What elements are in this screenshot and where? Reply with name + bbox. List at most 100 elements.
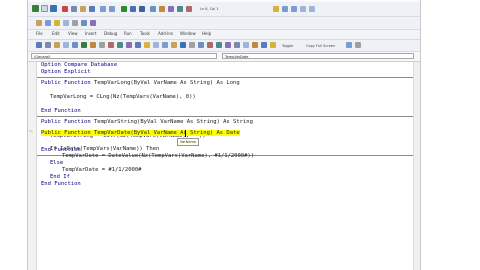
execution-arrow-icon: ⇨ — [29, 129, 34, 135]
macro-icon[interactable] — [180, 42, 186, 48]
outdent-icon[interactable] — [291, 6, 297, 12]
step-over-icon[interactable] — [99, 42, 105, 48]
list-properties-icon[interactable] — [36, 20, 42, 26]
procedure-view-icon[interactable] — [243, 42, 249, 48]
tab-icon[interactable] — [63, 42, 69, 48]
window-icon[interactable] — [225, 42, 231, 48]
bold-icon[interactable] — [36, 42, 42, 48]
redo-icon[interactable] — [109, 6, 115, 12]
parameter-info-icon[interactable] — [63, 20, 69, 26]
procedure-separator — [37, 77, 413, 78]
end-function-text: End Function — [41, 181, 81, 187]
split-icon[interactable] — [234, 42, 240, 48]
code-line: End Function — [41, 181, 81, 188]
clear-breakpoints-icon[interactable] — [162, 42, 168, 48]
breakpoint-icon[interactable] — [153, 42, 159, 48]
keyword-text: Public Function — [41, 119, 94, 125]
code-line: Public Function TempVarString(ByVal VarN… — [41, 119, 253, 126]
step-out-icon[interactable] — [108, 42, 114, 48]
procedure-separator — [37, 116, 413, 117]
else-text: Else — [50, 160, 64, 166]
break-icon[interactable] — [130, 6, 136, 12]
edit-toolbar — [28, 17, 420, 30]
menu-edit[interactable]: Edit — [52, 31, 60, 36]
screen-capture-icon[interactable] — [346, 42, 352, 48]
watch-icon[interactable] — [117, 42, 123, 48]
list-constants-icon[interactable] — [45, 20, 51, 26]
code-line: If IsDate(TempVars(VarName)) Then — [50, 146, 159, 153]
code-window-header: (General) TempVarDate — [28, 52, 420, 62]
code-line: End Function — [41, 108, 81, 115]
next-bookmark-icon[interactable] — [90, 20, 96, 26]
access-view-icon[interactable] — [32, 5, 39, 12]
margin-indicator-bar[interactable] — [28, 62, 37, 270]
copy-icon[interactable] — [71, 6, 77, 12]
menu-run[interactable]: Run — [124, 31, 132, 36]
design-mode-icon[interactable] — [150, 6, 156, 12]
highlight-icon[interactable] — [270, 42, 276, 48]
option-compare-text: Option Compare Database — [41, 62, 118, 68]
find-replace-icon[interactable] — [72, 42, 78, 48]
zoom-icon[interactable] — [261, 42, 267, 48]
step-into-icon[interactable] — [90, 42, 96, 48]
uncomment-icon[interactable] — [309, 6, 315, 12]
references-icon[interactable] — [189, 42, 195, 48]
bookmark-icon[interactable] — [81, 20, 87, 26]
indent-icon[interactable] — [282, 6, 288, 12]
menu-bar: File Edit View Insert Debug Run Tools Ad… — [28, 30, 420, 40]
comment-icon[interactable] — [300, 6, 306, 12]
project-explorer-icon[interactable] — [159, 6, 165, 12]
run-to-cursor-icon[interactable] — [171, 42, 177, 48]
save-icon[interactable] — [50, 5, 57, 12]
paste-icon[interactable] — [80, 6, 86, 12]
statement-text: TempVarDate = #1/1/2000# — [62, 167, 142, 173]
reset-icon[interactable] — [139, 6, 145, 12]
menu-add-ins[interactable]: Add-Ins — [158, 31, 173, 36]
settings-icon[interactable] — [273, 6, 279, 12]
quick-info-icon[interactable] — [54, 20, 60, 26]
toggle-label[interactable]: Toggle — [282, 44, 293, 48]
insert-module-icon[interactable] — [41, 5, 48, 12]
toolbar-options-icon[interactable] — [355, 42, 361, 48]
statement-text: TempVarDate = DateValue(Nz(TempVars(VarN… — [62, 153, 255, 159]
toolbox-icon[interactable] — [186, 6, 192, 12]
menu-help[interactable]: Help — [202, 31, 211, 36]
align-icon[interactable] — [54, 42, 60, 48]
stop-icon[interactable] — [207, 42, 213, 48]
copy-full-screen-label[interactable]: Copy Full Screen — [306, 44, 335, 48]
undo-icon[interactable] — [100, 6, 106, 12]
code-line: Else — [50, 160, 63, 167]
menu-insert[interactable]: Insert — [85, 31, 96, 36]
signature-text: TempVarLong(ByVal VarName As String) As … — [93, 80, 240, 86]
immediate-icon[interactable] — [135, 42, 141, 48]
menu-debug[interactable]: Debug — [104, 31, 117, 36]
code-line: End If — [50, 174, 70, 181]
complete-word-icon[interactable] — [72, 20, 78, 26]
cursor-position: Ln 6, Col 1 — [200, 7, 219, 11]
italic-icon[interactable] — [45, 42, 51, 48]
statement-text: If IsDate(TempVars(VarName)) Then — [50, 146, 160, 152]
vertical-scrollbar[interactable] — [413, 62, 420, 270]
cut-icon[interactable] — [62, 6, 68, 12]
compile-icon[interactable] — [81, 42, 87, 48]
code-line: Option Compare Database — [41, 62, 117, 69]
run-icon[interactable] — [121, 6, 127, 12]
menu-view[interactable]: View — [68, 31, 78, 36]
option-explicit-text: Option Explicit — [41, 69, 91, 75]
object-combo[interactable]: (General) — [31, 53, 217, 59]
menu-tools[interactable]: Tools — [140, 31, 150, 36]
help-icon[interactable] — [216, 42, 222, 48]
call-stack-icon[interactable] — [144, 42, 150, 48]
object-browser-icon[interactable] — [177, 6, 183, 12]
properties-icon[interactable] — [168, 6, 174, 12]
menu-window[interactable]: Window — [180, 31, 196, 36]
procedure-combo[interactable]: TempVarDate — [222, 53, 414, 59]
locals-icon[interactable] — [126, 42, 132, 48]
format-toolbar: Toggle Copy Full Screen — [28, 40, 420, 52]
options-icon[interactable] — [198, 42, 204, 48]
menu-file[interactable]: File — [36, 31, 43, 36]
current-code-line: Public Function TempVarDate(ByVal VarNam… — [41, 130, 240, 137]
code-pane[interactable]: Option Compare Database Option Explicit … — [28, 62, 420, 270]
find-icon[interactable] — [89, 6, 95, 12]
module-view-icon[interactable] — [252, 42, 258, 48]
